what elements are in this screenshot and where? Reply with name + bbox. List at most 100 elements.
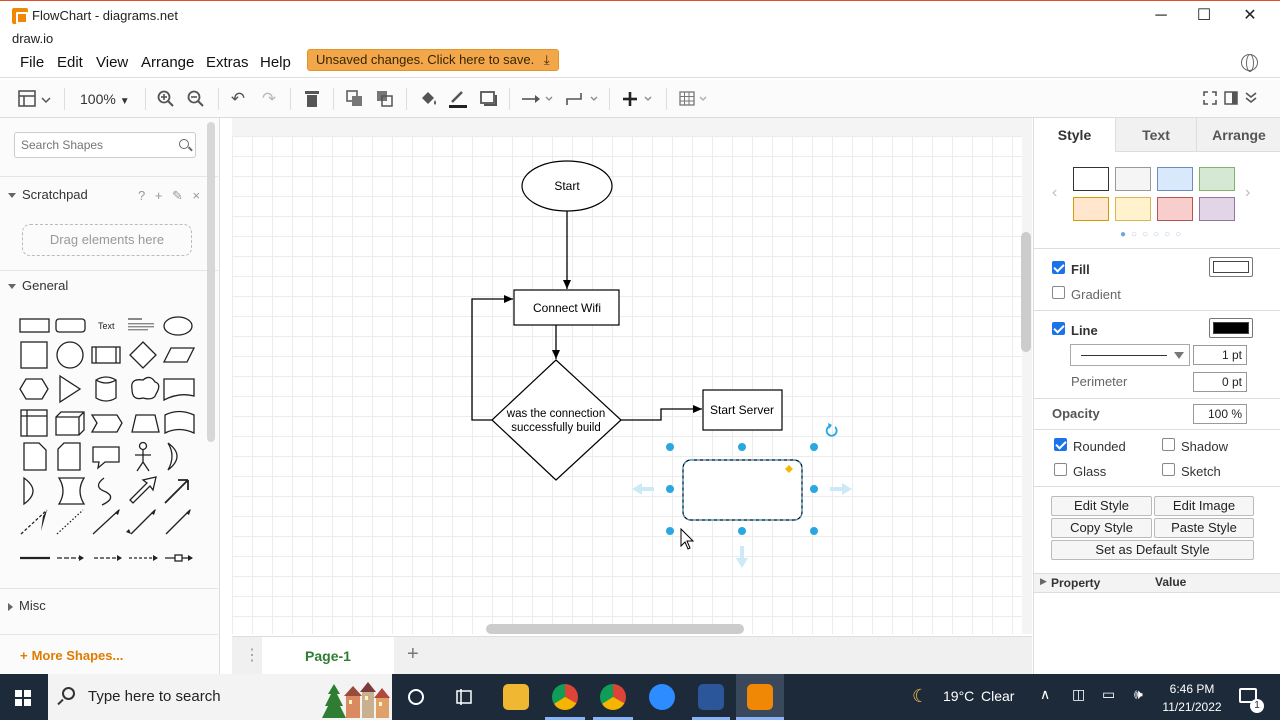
windows-start-icon[interactable] [15,690,31,706]
chevron-left-icon[interactable]: ‹ [1052,184,1057,202]
add-page-button[interactable]: + [407,643,419,666]
style-swatch-blue[interactable] [1157,167,1193,191]
rounded-checkbox[interactable] [1054,438,1067,451]
zoom-in-icon[interactable] [157,90,175,112]
menu-view[interactable]: View [96,54,128,71]
file-explorer-icon[interactable] [503,684,529,710]
line-width-input[interactable]: 1 pt [1193,345,1247,365]
set-default-style-button[interactable]: Set as Default Style [1051,540,1254,560]
taskbar-clock[interactable]: 6:46 PM 11/21/2022 [1160,680,1224,716]
chrome-icon[interactable] [552,684,578,710]
edit-style-button[interactable]: Edit Style [1051,496,1152,516]
to-front-icon[interactable] [346,90,364,112]
table-icon[interactable] [679,90,713,112]
pages-menu-icon[interactable]: ⋮ [244,645,260,665]
fill-color-icon[interactable] [419,89,439,111]
fill-color-button[interactable] [1209,257,1253,277]
menu-extras[interactable]: Extras [206,54,249,71]
edge-decision-loop-back[interactable] [471,295,513,421]
scratchpad-section[interactable]: Scratchpad [8,187,88,202]
canvas-horizontal-scrollbar[interactable] [486,624,744,634]
perimeter-input[interactable]: 0 pt [1193,372,1247,392]
copy-style-button[interactable]: Copy Style [1051,518,1152,538]
view-menu-icon[interactable] [18,89,52,111]
general-section[interactable]: General [8,278,68,293]
style-swatch-gray[interactable] [1115,167,1151,191]
tab-arrange[interactable]: Arrange [1196,118,1280,152]
drawio-app-icon[interactable] [747,684,773,710]
style-swatch-purple[interactable] [1199,197,1235,221]
start-node[interactable]: Start [521,160,613,212]
paste-style-button[interactable]: Paste Style [1154,518,1254,538]
misc-section[interactable]: Misc [8,598,46,613]
format-panel-icon[interactable] [1224,91,1238,113]
menu-arrange[interactable]: Arrange [141,54,194,71]
fill-checkbox[interactable] [1052,261,1065,274]
unsaved-changes-button[interactable]: Unsaved changes. Click here to save. ⤓ [307,49,559,71]
volume-icon[interactable]: 🕪 [1134,686,1143,703]
decision-node[interactable]: was the connection successfully build [491,359,622,481]
style-swatch-orange[interactable] [1073,197,1109,221]
sidebar-scrollbar[interactable] [207,122,215,442]
battery-icon[interactable]: ▭ [1102,686,1115,703]
line-style-select[interactable] [1070,344,1190,366]
caret-right-icon[interactable]: ▶ [1040,576,1047,587]
style-swatch-green[interactable] [1199,167,1235,191]
to-back-icon[interactable] [376,90,394,112]
edit-image-button[interactable]: Edit Image [1154,496,1254,516]
chrome-profile-icon[interactable] [600,684,626,710]
task-view-cortana-icon[interactable] [408,689,424,705]
zoom-out-icon[interactable] [187,90,205,112]
menu-edit[interactable]: Edit [57,54,83,71]
search-shapes-input[interactable] [14,132,196,158]
task-view-icon[interactable] [455,688,473,706]
menu-help[interactable]: Help [260,54,291,71]
zoom-select[interactable]: 100% ▼ [80,88,130,113]
minimize-button[interactable]: ─ [1138,5,1184,27]
rotate-icon[interactable] [825,423,838,437]
weather-desc[interactable]: Clear [981,688,1014,704]
arrow-down-icon[interactable] [736,546,748,568]
line-color-button[interactable] [1209,318,1253,338]
style-swatch-white[interactable] [1073,167,1109,191]
weather-temp[interactable]: 19°C [943,688,974,704]
meet-now-icon[interactable]: ◫ [1072,686,1085,703]
selected-rounded-rect[interactable] [682,459,803,521]
style-swatch-red[interactable] [1157,197,1193,221]
style-swatch-yellow[interactable] [1115,197,1151,221]
shadow-checkbox[interactable] [1162,438,1175,451]
line-checkbox[interactable] [1052,322,1065,335]
menu-file[interactable]: File [20,54,44,71]
diagram-canvas[interactable]: Start Connect Wifi was the connection su… [232,136,1022,634]
arrow-right-icon[interactable] [830,483,852,495]
language-globe-icon[interactable] [1241,54,1258,72]
search-icon[interactable] [179,139,189,149]
swatch-page-dots[interactable]: ●○○○○○ [1120,229,1186,240]
gradient-checkbox[interactable] [1052,286,1065,299]
maximize-button[interactable]: ☐ [1181,5,1227,27]
undo-icon[interactable]: ↶ [228,88,248,110]
tab-text[interactable]: Text [1115,118,1196,152]
connection-icon[interactable] [521,90,555,112]
zoom-app-icon[interactable] [649,684,675,710]
canvas-vertical-scrollbar[interactable] [1021,232,1031,352]
insert-icon[interactable] [622,90,656,112]
scratchpad-tools[interactable]: ? + ✎ × [138,188,203,204]
canvas-area[interactable]: Start Connect Wifi was the connection su… [232,118,1032,634]
line-color-icon[interactable] [448,89,468,111]
show-hidden-icons-icon[interactable]: ∧ [1040,686,1050,703]
delete-icon[interactable] [304,90,320,112]
general-shapes-palette[interactable]: Text [14,312,204,572]
glass-checkbox[interactable] [1054,463,1067,476]
waypoints-icon[interactable] [565,90,599,112]
more-shapes-button[interactable]: + More Shapes... [20,648,123,663]
word-app-icon[interactable] [698,684,724,710]
sketch-checkbox[interactable] [1162,463,1175,476]
chevron-right-icon[interactable]: › [1245,184,1250,202]
connect-wifi-node[interactable]: Connect Wifi [513,289,620,326]
arrow-left-icon[interactable] [632,483,654,495]
edge-decision-to-server[interactable] [621,405,702,421]
fullscreen-icon[interactable] [1203,91,1217,113]
tab-page-1[interactable]: Page-1 [262,637,394,675]
scratchpad-dropzone[interactable]: Drag elements here [22,224,192,256]
